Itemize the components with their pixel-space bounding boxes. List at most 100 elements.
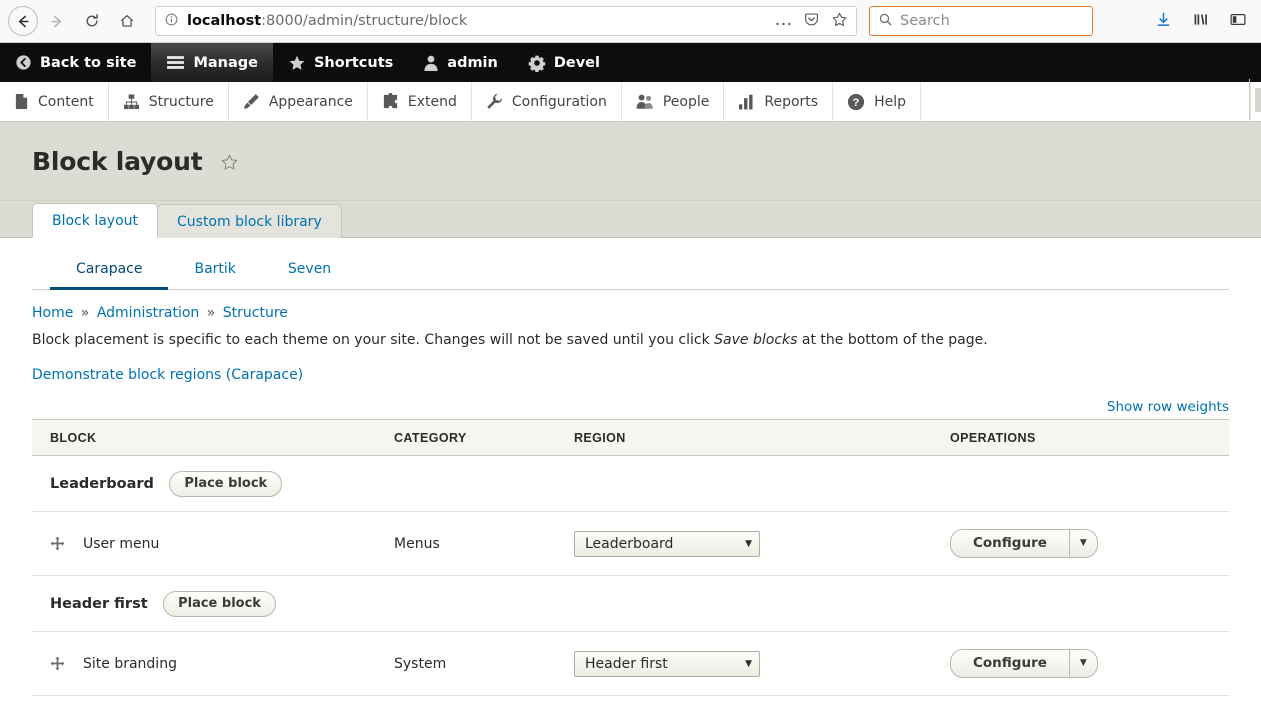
configure-button[interactable]: Configure [950,529,1070,558]
place-block-button[interactable]: Place block [163,591,276,617]
page-actions-icon[interactable] [775,12,792,31]
place-block-button[interactable]: Place block [169,471,282,497]
page-info-icon[interactable] [164,12,179,31]
toolbar-item-devel[interactable]: Devel [513,43,615,82]
sidebar-toggle-icon[interactable] [1229,11,1247,32]
forward-arrow-icon[interactable] [40,5,73,38]
page-header: Block layout [0,122,1261,201]
theme-tab-label: Bartik [194,261,235,277]
theme-tab-carapace[interactable]: Carapace [50,253,168,290]
operations-dropdown-toggle[interactable]: ▼ [1070,649,1098,678]
main-content: Carapace Bartik Seven Home » Administrat… [0,252,1261,709]
toolbar-label: Manage [193,55,258,71]
region-title: Leaderboard [50,476,154,492]
block-name-cell: Site branding [32,632,394,696]
breadcrumb-link-structure[interactable]: Structure [223,305,288,321]
search-bar[interactable]: Search [869,6,1093,36]
browser-right-icons [1155,11,1253,32]
theme-tab-label: Seven [288,261,331,277]
star-icon [288,54,306,72]
browser-nav-buttons [8,5,143,38]
region-row: Leaderboard Place block [32,456,1229,512]
menu-item-people[interactable]: People [622,82,725,121]
region-cell: Leaderboard Place block [32,456,1229,512]
reload-icon[interactable] [75,5,108,38]
demonstrate-block-regions-link[interactable]: Demonstrate block regions (Carapace) [32,367,1229,383]
document-icon [14,93,29,110]
search-input[interactable]: Search [900,13,950,29]
library-icon[interactable] [1192,11,1209,32]
menu-right-divider [1249,79,1250,120]
breadcrumb-separator: » [207,305,216,321]
toolbar-item-admin[interactable]: admin [408,43,513,82]
region-cell: Header second Place block [32,696,1229,709]
menu-item-help[interactable]: ? Help [833,82,921,121]
tab-custom-block-library[interactable]: Custom block library [157,204,342,238]
block-name: User menu [83,536,159,552]
toolbar-item-shortcuts[interactable]: Shortcuts [273,43,408,82]
menu-item-configuration[interactable]: Configuration [472,82,622,121]
downloads-icon[interactable] [1155,11,1172,32]
menu-label: Configuration [512,94,607,110]
home-icon[interactable] [110,5,143,38]
menu-label: Content [38,94,94,110]
menu-item-extend[interactable]: Extend [368,82,472,121]
theme-tabs: Carapace Bartik Seven [32,252,1229,290]
operations-dropdown-toggle[interactable]: ▼ [1070,529,1098,558]
hamburger-icon [166,55,185,70]
bookmark-star-icon[interactable] [831,11,848,32]
toolbar-label: Shortcuts [314,55,393,71]
url-path: :8000/admin/structure/block [261,13,467,29]
primary-tabs: Block layout Custom block library [0,201,1261,238]
block-region-cell: Leaderboard ▼ [574,512,950,576]
theme-tab-seven[interactable]: Seven [262,253,357,290]
column-header-block: BLOCK [32,420,394,456]
tab-label: Block layout [52,213,138,229]
drag-move-icon[interactable] [50,536,65,551]
url-bar[interactable]: localhost:8000/admin/structure/block [155,6,857,36]
column-header-operations: OPERATIONS [950,420,1229,456]
people-icon [636,93,654,110]
menu-item-reports[interactable]: Reports [724,82,833,121]
description-emphasis: Save blocks [714,332,797,348]
theme-tab-label: Carapace [76,261,142,277]
breadcrumb-link-administration[interactable]: Administration [97,305,199,321]
sitemap-icon [123,94,140,110]
menu-item-appearance[interactable]: Appearance [229,82,368,121]
table-header-row: BLOCK CATEGORY REGION OPERATIONS [32,420,1229,456]
column-header-category: CATEGORY [394,420,574,456]
page-title: Block layout [32,147,239,176]
toolbar-label: admin [447,55,498,71]
toolbar-label: Devel [554,55,600,71]
page-title-text: Block layout [32,147,202,176]
toolbar-item-manage[interactable]: Manage [151,43,273,82]
star-outline-icon[interactable] [220,153,239,172]
region-cell: Header first Place block [32,576,1229,632]
region-select[interactable]: Header first ▼ [574,651,760,677]
operations-group: Configure ▼ [950,649,1098,678]
question-circle-icon: ? [847,93,865,111]
menu-item-content[interactable]: Content [0,82,109,121]
block-operations-cell: Configure ▼ [950,632,1229,696]
theme-tab-bartik[interactable]: Bartik [168,253,261,290]
save-to-pocket-icon[interactable] [803,11,820,32]
toolbar-label: Back to site [40,55,136,71]
block-category-cell: System [394,632,574,696]
breadcrumb: Home » Administration » Structure [32,305,1229,321]
configure-button[interactable]: Configure [950,649,1070,678]
back-arrow-icon[interactable] [8,6,38,36]
show-row-weights-link[interactable]: Show row weights [1107,399,1229,415]
toolbar-item-back-to-site[interactable]: Back to site [0,43,151,82]
region-select-value: Leaderboard [585,536,673,552]
menu-filler [921,82,1251,121]
paintbrush-icon [243,93,260,110]
description-before: Block placement is specific to each them… [32,332,714,348]
drupal-admin-menu: Content Structure Appearance Extend Conf… [0,82,1261,122]
table-row: User menu Menus Leaderboard ▼ Configure … [32,512,1229,576]
drag-move-icon[interactable] [50,656,65,671]
tab-block-layout[interactable]: Block layout [32,203,158,238]
region-select[interactable]: Leaderboard ▼ [574,531,760,557]
block-name-cell: User menu [32,512,394,576]
breadcrumb-link-home[interactable]: Home [32,305,73,321]
menu-item-structure[interactable]: Structure [109,82,229,121]
